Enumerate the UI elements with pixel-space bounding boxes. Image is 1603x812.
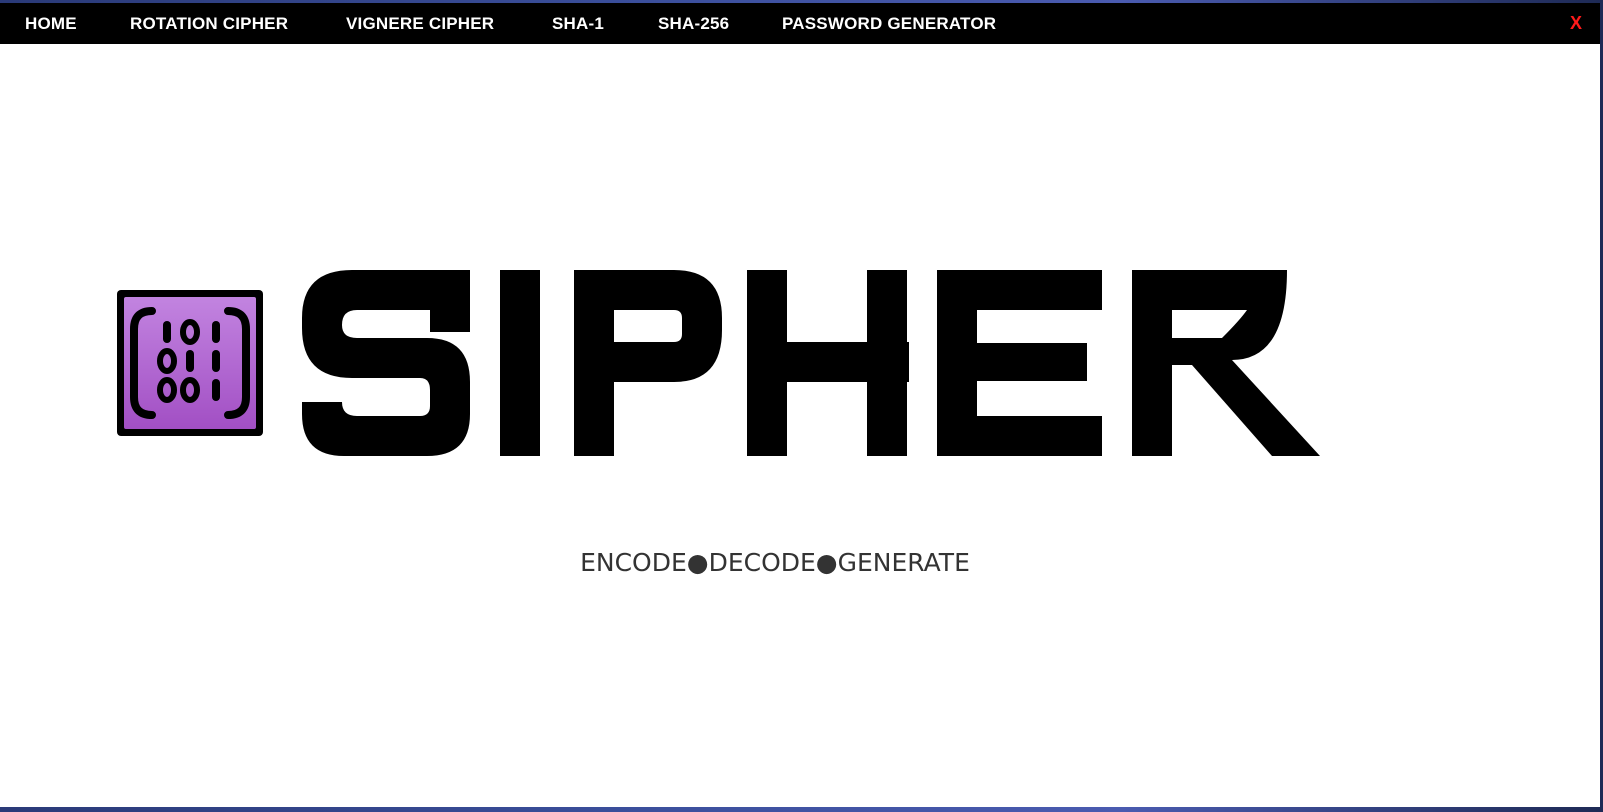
sipher-wordmark <box>302 270 1320 456</box>
nav-home[interactable]: HOME <box>25 3 77 44</box>
app-window: HOME ROTATION CIPHER VIGNERE CIPHER SHA-… <box>0 3 1600 807</box>
desktop-window: HOME ROTATION CIPHER VIGNERE CIPHER SHA-… <box>0 0 1603 812</box>
tagline: ENCODE●DECODE●GENERATE <box>580 548 970 577</box>
close-button[interactable]: X <box>1570 3 1582 44</box>
binary-code-icon <box>117 290 263 436</box>
nav-password-generator[interactable]: PASSWORD GENERATOR <box>782 3 996 44</box>
nav-vignere-cipher[interactable]: VIGNERE CIPHER <box>346 3 494 44</box>
nav-sha-256[interactable]: SHA-256 <box>658 3 729 44</box>
navbar: HOME ROTATION CIPHER VIGNERE CIPHER SHA-… <box>0 3 1600 44</box>
nav-sha-1[interactable]: SHA-1 <box>552 3 604 44</box>
nav-rotation-cipher[interactable]: ROTATION CIPHER <box>130 3 288 44</box>
